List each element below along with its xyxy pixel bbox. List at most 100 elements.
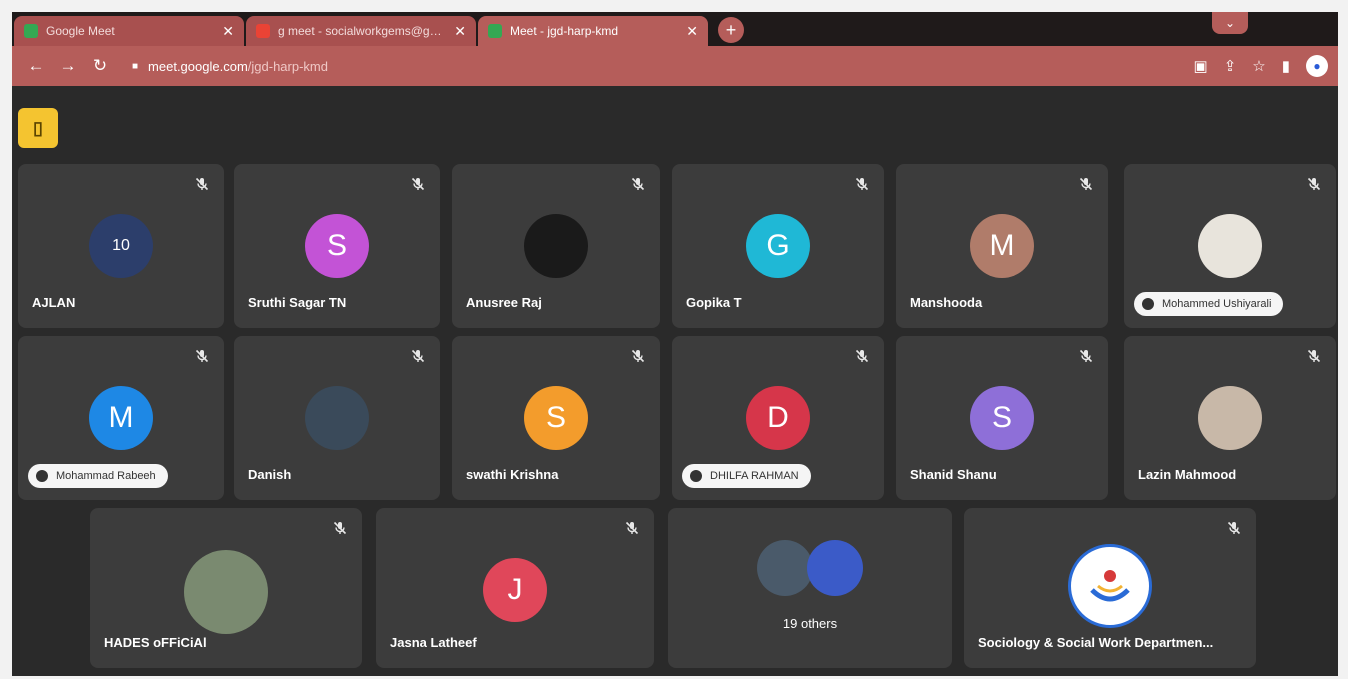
- mic-off-icon: [630, 348, 646, 364]
- mic-off-icon: [410, 348, 426, 364]
- tab-meet-call[interactable]: Meet - jgd-harp-kmd ✕: [478, 16, 708, 46]
- participant-tile[interactable]: S Sruthi Sagar TN: [234, 164, 440, 328]
- screen: Google Meet ✕ g meet - socialworkgems@gm…: [12, 12, 1338, 676]
- url-path: /jgd-harp-kmd: [247, 58, 328, 74]
- tab-title: Meet - jgd-harp-kmd: [510, 24, 619, 38]
- participant-tile[interactable]: M Manshooda: [896, 164, 1108, 328]
- avatar-photo: [524, 214, 588, 278]
- participant-name: Mohammed Ushiyarali: [1162, 298, 1272, 310]
- department-logo-icon: [1068, 544, 1152, 628]
- forward-arrow-icon[interactable]: →: [54, 56, 82, 76]
- participant-tile[interactable]: Sociology & Social Work Departmen...: [964, 508, 1256, 668]
- participant-tile[interactable]: M Mohammad Rabeeh: [18, 336, 224, 500]
- mic-off-icon: [410, 176, 426, 192]
- tab-title: g meet - socialworkgems@gma...: [278, 24, 447, 38]
- participant-tile[interactable]: Mohammed Ushiyarali: [1124, 164, 1336, 328]
- avatar-photo: [184, 550, 268, 634]
- participant-tile[interactable]: Sswathi Krishna: [452, 336, 660, 500]
- tab-strip: Google Meet ✕ g meet - socialworkgems@gm…: [12, 12, 1338, 46]
- new-tab-button[interactable]: +: [718, 17, 744, 43]
- mic-off-icon: [854, 176, 870, 192]
- participant-name: DHILFA RAHMAN: [710, 470, 799, 482]
- participant-name: HADES oFFiCiAl: [104, 635, 207, 650]
- mic-off-icon: [1078, 348, 1094, 364]
- others-avatars: [757, 540, 863, 596]
- participant-tile[interactable]: J Jasna Latheef: [376, 508, 654, 668]
- door-icon: ▯: [33, 117, 43, 138]
- toolbar-actions: ▣ ⇪ ☆ ▮ ●: [1194, 55, 1328, 77]
- tab-title: Google Meet: [46, 24, 115, 38]
- avatar-initial: S: [305, 214, 369, 278]
- mic-off-icon: [1078, 176, 1094, 192]
- close-icon[interactable]: ✕: [686, 23, 698, 40]
- participant-tile[interactable]: S Shanid Shanu: [896, 336, 1108, 500]
- participant-tile[interactable]: Lazin Mahmood: [1124, 336, 1336, 500]
- participant-tile[interactable]: 10 AJLAN: [18, 164, 224, 328]
- reading-mode-icon[interactable]: ▮: [1282, 57, 1290, 75]
- name-pill-hand-raised: Mohammad Rabeeh: [28, 464, 168, 488]
- back-arrow-icon[interactable]: ←: [22, 56, 50, 76]
- mic-off-icon: [194, 176, 210, 192]
- avatar-initial: S: [970, 386, 1034, 450]
- mic-off-icon: [194, 348, 210, 364]
- meet-favicon-icon: [24, 24, 38, 38]
- gmail-favicon-icon: [256, 24, 270, 38]
- meeting-details-button[interactable]: ▯: [18, 108, 58, 148]
- participant-tile[interactable]: HADES oFFiCiAl: [90, 508, 362, 668]
- avatar-initial: M: [970, 214, 1034, 278]
- close-icon[interactable]: ✕: [222, 23, 234, 40]
- others-count-label: 19 others: [782, 616, 838, 631]
- mic-off-icon: [1226, 520, 1242, 536]
- participant-name: swathi Krishna: [466, 467, 559, 482]
- participant-tile[interactable]: G Gopika T: [672, 164, 884, 328]
- name-pill-hand-raised: Mohammed Ushiyarali: [1134, 292, 1284, 316]
- raised-hand-icon: [36, 470, 48, 482]
- name-pill-hand-raised: DHILFA RAHMAN: [682, 464, 811, 488]
- camera-permission-icon[interactable]: ▣: [1194, 57, 1208, 75]
- tab-gmail-search[interactable]: g meet - socialworkgems@gma... ✕: [246, 16, 476, 46]
- bookmark-star-icon[interactable]: ☆: [1252, 57, 1265, 75]
- participant-tile[interactable]: 19 others: [668, 508, 952, 668]
- close-icon[interactable]: ✕: [454, 23, 466, 40]
- meet-favicon-icon: [488, 24, 502, 38]
- participant-name: Anusree Raj: [466, 295, 542, 310]
- participant-name: Mohammad Rabeeh: [56, 470, 156, 482]
- avatar-photo: 10: [89, 214, 153, 278]
- participant-name: Lazin Mahmood: [1138, 467, 1237, 482]
- participant-name: Danish: [248, 467, 292, 482]
- mic-off-icon: [630, 176, 646, 192]
- participant-tile[interactable]: D DHILFA RAHMAN: [672, 336, 884, 500]
- participant-name: Sruthi Sagar TN: [248, 295, 347, 310]
- participant-tile[interactable]: Danish: [234, 336, 440, 500]
- participant-name: Sociology & Social Work Departmen...: [978, 635, 1214, 650]
- browser-toolbar: ← → ↻ ■ meet.google.com/jgd-harp-kmd ▣ ⇪…: [12, 46, 1338, 86]
- lock-icon: ■: [132, 60, 139, 72]
- mic-off-icon: [1306, 176, 1322, 192]
- participant-name: Manshooda: [910, 295, 983, 310]
- avatar-initial: S: [524, 386, 588, 450]
- avatar-photo: [1198, 214, 1262, 278]
- avatar-photo: [807, 540, 863, 596]
- participant-name: Jasna Latheef: [390, 635, 477, 650]
- avatar-photo: [305, 386, 369, 450]
- avatar-initial: G: [746, 214, 810, 278]
- participant-name: AJLAN: [32, 295, 76, 310]
- mic-off-icon: [624, 520, 640, 536]
- avatar-initial: J: [483, 558, 547, 622]
- participant-name: Shanid Shanu: [910, 467, 997, 482]
- avatar-photo: [757, 540, 813, 596]
- tab-google-meet[interactable]: Google Meet ✕: [14, 16, 244, 46]
- participant-tile[interactable]: Anusree Raj: [452, 164, 660, 328]
- avatar-photo: [1198, 386, 1262, 450]
- mic-off-icon: [854, 348, 870, 364]
- raised-hand-icon: [690, 470, 702, 482]
- mic-off-icon: [1306, 348, 1322, 364]
- address-bar[interactable]: ■ meet.google.com/jgd-harp-kmd: [132, 52, 1194, 80]
- participant-name: Gopika T: [686, 295, 742, 310]
- avatar-initial: D: [746, 386, 810, 450]
- tab-search-icon[interactable]: ⌄: [1212, 12, 1248, 34]
- share-icon[interactable]: ⇪: [1224, 57, 1237, 75]
- profile-avatar-icon[interactable]: ●: [1306, 55, 1328, 77]
- reload-icon[interactable]: ↻: [86, 56, 114, 76]
- mic-off-icon: [332, 520, 348, 536]
